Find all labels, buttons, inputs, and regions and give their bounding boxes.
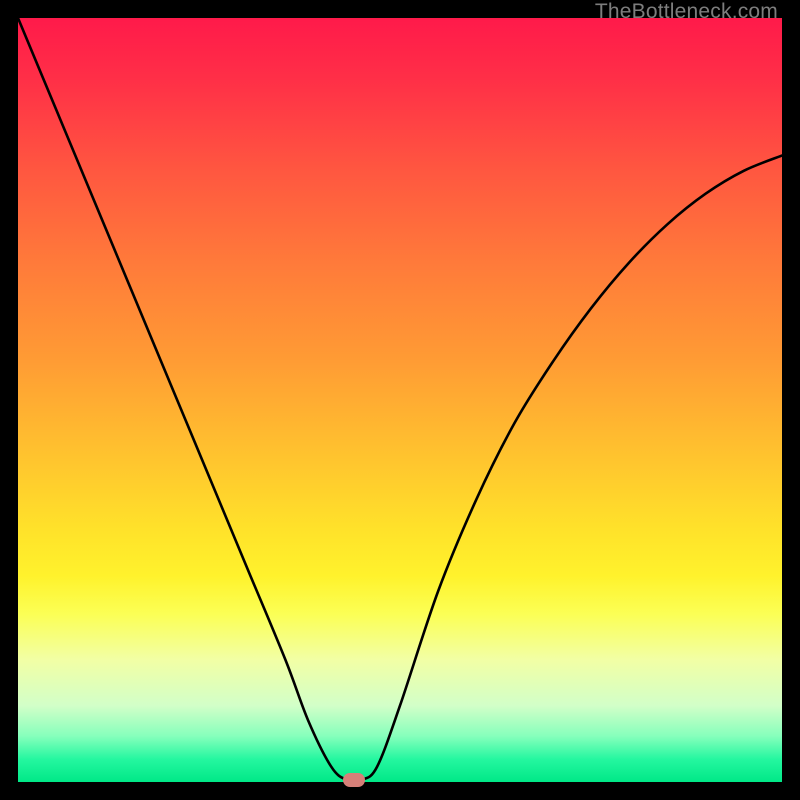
bottleneck-curve [18,18,782,782]
plot-area [18,18,782,782]
curve-path [18,18,782,781]
chart-frame: TheBottleneck.com [0,0,800,800]
min-marker [343,773,365,787]
